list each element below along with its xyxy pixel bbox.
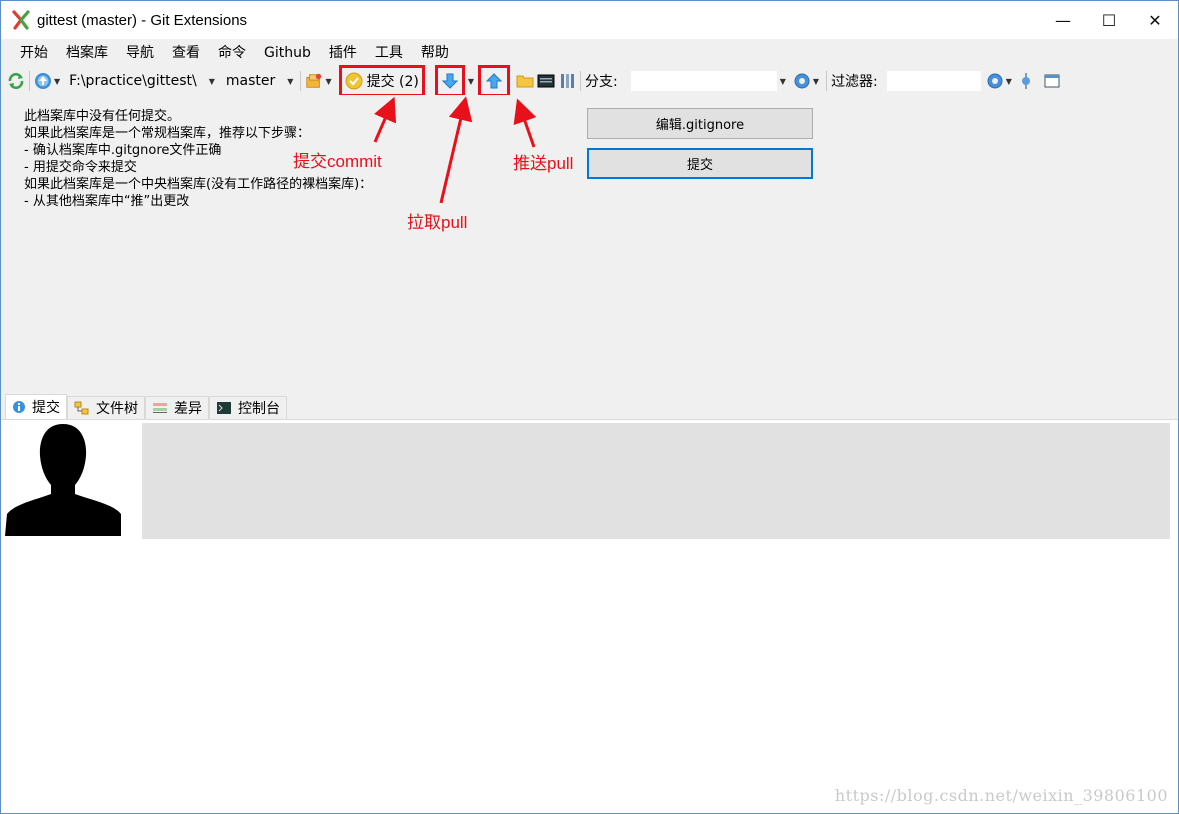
dashboard-icon[interactable] [34,72,52,90]
menu-repository[interactable]: 档案库 [57,39,117,67]
gear-icon[interactable] [986,72,1004,90]
layout-icon[interactable] [1043,72,1061,90]
annotation-pull: 拉取pull [407,213,468,232]
git-extensions-logo-icon [11,10,31,30]
gear-icon[interactable] [793,72,811,90]
annotation-commit: 提交commit [293,152,382,171]
pull-toolbar-highlight [434,65,465,97]
filter-label: 过滤器: [831,74,878,90]
menu-view[interactable]: 查看 [163,39,209,67]
info-line: 如果此档案库是一个中央档案库(没有工作路径的裸档案库)： [24,177,373,192]
toolbar-separator [580,71,582,91]
chevron-down-icon[interactable]: ▼ [287,77,293,86]
info-line: 此档案库中没有任何提交。 [24,109,181,124]
filter-input[interactable] [885,70,982,92]
maximize-button[interactable]: ☐ [1086,1,1132,39]
commit-details-area [142,423,1170,539]
tab-label: 提交 [32,400,60,416]
folder-icon[interactable] [516,72,534,90]
commit-toolbar-button[interactable]: 提交 (2) [367,71,419,91]
push-toolbar-highlight [478,65,511,97]
toolbar-separator [29,71,30,91]
chevron-down-icon[interactable]: ▼ [813,77,819,86]
branch-combo[interactable] [629,70,778,92]
commit-check-icon [345,72,363,90]
avatar [5,422,122,536]
repository-path[interactable]: F:\practice\gittest\ [69,73,197,89]
commit-toolbar-highlight: 提交 (2) [338,65,425,97]
tab-label: 文件树 [96,401,138,417]
chevron-down-icon[interactable]: ▼ [54,77,60,86]
chevron-down-icon[interactable]: ▼ [209,77,215,86]
close-button[interactable]: ✕ [1132,1,1178,39]
menu-start[interactable]: 开始 [11,39,57,67]
push-arrow-up-icon[interactable] [485,72,503,90]
git-extensions-window: gittest (master) - Git Extensions — ☐ ✕ … [0,0,1179,814]
window-title: gittest (master) - Git Extensions [37,11,248,29]
info-line: - 从其他档案库中“推”出更改 [24,194,190,209]
branch-name[interactable]: master [226,73,275,89]
console-icon [216,401,232,415]
info-icon [12,400,26,414]
diff-icon [152,401,168,415]
file-tree-icon [74,401,90,415]
tab-label: 控制台 [238,401,280,417]
window-controls: — ☐ ✕ [1040,1,1178,39]
menu-github[interactable]: Github [255,39,320,67]
pull-arrow-down-icon[interactable] [441,72,459,90]
bottom-tabs: 提交 文件树 差异 控制台 [1,394,1178,420]
chevron-down-icon[interactable]: ▼ [468,77,474,86]
tab-diff[interactable]: 差异 [145,396,209,419]
menu-help[interactable]: 帮助 [412,39,458,67]
pin-icon[interactable] [1017,72,1035,90]
console-icon[interactable] [537,72,555,90]
edit-gitignore-button[interactable]: 编辑.gitignore [587,108,813,139]
tools-icon[interactable] [558,72,576,90]
chevron-down-icon[interactable]: ▼ [780,77,786,86]
chevron-down-icon[interactable]: ▼ [1006,77,1012,86]
menu-tools[interactable]: 工具 [366,39,412,67]
menu-navigate[interactable]: 导航 [117,39,163,67]
toolbar-separator [300,71,302,91]
menu-bar: 开始 档案库 导航 查看 命令 Github 插件 工具 帮助 [1,39,1178,67]
tab-file-tree[interactable]: 文件树 [67,396,145,419]
annotation-push: 推送pull [513,154,574,173]
menu-commands[interactable]: 命令 [209,39,255,67]
minimize-button[interactable]: — [1040,1,1086,39]
refresh-icon[interactable] [7,72,25,90]
commit-button[interactable]: 提交 [587,148,813,179]
empty-repository-panel: 此档案库中没有任何提交。 如果此档案库是一个常规档案库，推荐以下步骤： - 确认… [1,95,1178,395]
title-bar: gittest (master) - Git Extensions — ☐ ✕ [1,1,1178,39]
tab-label: 差异 [174,401,202,417]
person-silhouette-icon [5,424,121,536]
tab-console[interactable]: 控制台 [209,396,287,419]
toolbar-separator [826,71,828,91]
commit-info-panel: https://blog.csdn.net/weixin_39806100 [1,420,1178,813]
info-line: 如果此档案库是一个常规档案库，推荐以下步骤： [24,126,311,141]
toolbar: ▼ F:\practice\gittest\ ▼ master ▼ ▼ 提交 (… [1,65,1178,97]
tab-commit[interactable]: 提交 [5,394,67,419]
branch-label: 分支: [585,74,618,90]
watermark: https://blog.csdn.net/weixin_39806100 [834,786,1168,805]
chevron-down-icon[interactable]: ▼ [325,77,331,86]
stash-icon[interactable] [305,72,323,90]
menu-plugins[interactable]: 插件 [320,39,366,67]
